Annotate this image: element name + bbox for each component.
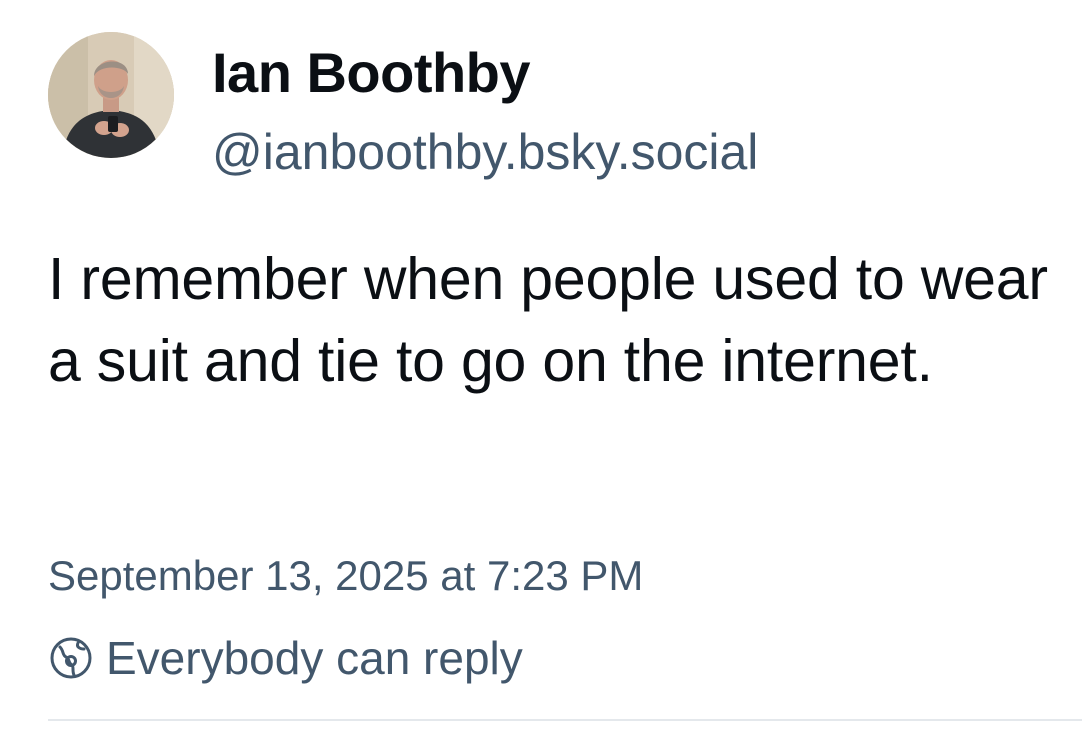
author-avatar[interactable]: [48, 32, 174, 158]
author-display-name[interactable]: Ian Boothby: [212, 40, 531, 106]
reply-setting-label: Everybody can reply: [106, 632, 523, 684]
globe-earth-icon: [48, 635, 94, 681]
post-thread-item: Ian Boothby @ianboothby.bsky.social I re…: [0, 0, 1082, 730]
reply-setting: Everybody can reply: [48, 628, 523, 688]
author-handle[interactable]: @ianboothby.bsky.social: [212, 122, 758, 182]
post-text: I remember when people used to wear a su…: [48, 246, 1048, 394]
avatar-photo-icon: [48, 32, 174, 158]
post-timestamp[interactable]: September 13, 2025 at 7:23 PM: [48, 548, 643, 604]
divider: [48, 719, 1082, 721]
